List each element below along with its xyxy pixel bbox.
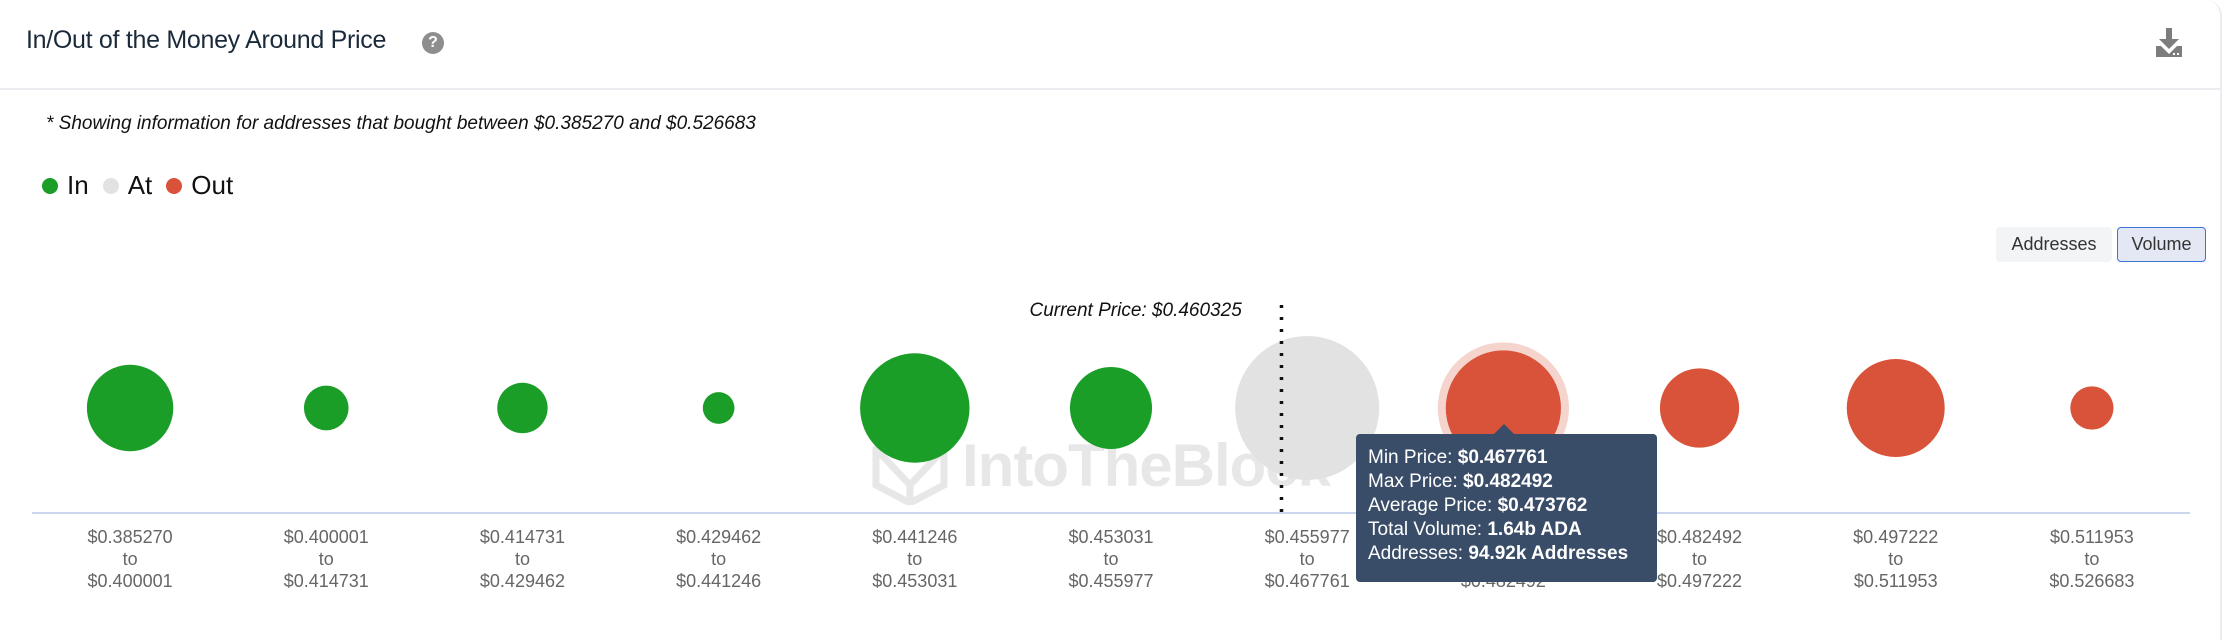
tick-to: $0.414731 bbox=[283, 571, 369, 591]
tick-from: $0.497222 bbox=[1853, 527, 1939, 547]
x-tick-label: $0.414731 to $0.429462 bbox=[432, 526, 612, 592]
bubble-in[interactable] bbox=[702, 392, 735, 424]
tick-from: $0.441246 bbox=[872, 527, 958, 547]
bubble-in[interactable] bbox=[497, 382, 548, 434]
x-tick-label: $0.511953 to $0.526683 bbox=[2002, 526, 2182, 592]
current-price-label: Current Price: $0.460325 bbox=[1029, 300, 1242, 321]
tick-connector: to bbox=[318, 549, 334, 569]
tick-from: $0.429462 bbox=[676, 527, 762, 547]
x-tick-label: $0.497222 to $0.511953 bbox=[1806, 526, 1986, 592]
bubble-tooltip: Min Price: $0.467761 Max Price: $0.48249… bbox=[1356, 424, 1657, 582]
tick-to: $0.429462 bbox=[479, 571, 565, 591]
bubble-out[interactable] bbox=[1846, 359, 1945, 457]
tick-connector: to bbox=[907, 549, 923, 569]
tick-to: $0.511953 bbox=[1853, 571, 1938, 591]
tick-connector: to bbox=[122, 549, 138, 569]
tick-to: $0.526683 bbox=[2049, 571, 2135, 591]
tick-connector: to bbox=[1888, 549, 1904, 569]
x-tick-label: $0.429462 to $0.441246 bbox=[629, 526, 809, 592]
tick-connector: to bbox=[514, 549, 530, 569]
x-tick-label: $0.400001 to $0.414731 bbox=[236, 526, 416, 592]
bubble-out[interactable] bbox=[2070, 386, 2114, 430]
bubble-in[interactable] bbox=[860, 353, 970, 463]
tick-to: $0.441246 bbox=[676, 571, 762, 591]
tick-connector: to bbox=[2084, 549, 2100, 569]
tooltip-line: Max Price: $0.482492 bbox=[1368, 471, 1553, 492]
x-tick-label: $0.385270 to $0.400001 bbox=[40, 526, 220, 592]
tick-connector: to bbox=[1103, 549, 1119, 569]
tooltip-line: Addresses: 94.92k Addresses bbox=[1368, 543, 1629, 564]
tick-connector: to bbox=[711, 549, 727, 569]
tick-to: $0.455977 bbox=[1068, 571, 1154, 591]
tick-to: $0.453031 bbox=[872, 571, 958, 591]
chart-card: In/Out of the Money Around Price ? * Sho… bbox=[0, 0, 2222, 640]
x-tick-label: $0.453031 to $0.455977 bbox=[1021, 526, 1201, 592]
tooltip-line: Average Price: $0.473762 bbox=[1368, 495, 1588, 516]
tick-from: $0.414731 bbox=[479, 527, 565, 547]
tick-to: $0.400001 bbox=[87, 571, 173, 591]
bubble-out[interactable] bbox=[1659, 368, 1740, 448]
tick-from: $0.385270 bbox=[87, 527, 173, 547]
tooltip-line: Total Volume: 1.64b ADA bbox=[1368, 519, 1582, 540]
bubble-in[interactable] bbox=[303, 385, 349, 431]
tick-from: $0.511953 bbox=[2050, 527, 2134, 547]
bubble-in[interactable] bbox=[86, 364, 174, 452]
bubble-in[interactable] bbox=[1069, 366, 1153, 450]
tick-from: $0.400001 bbox=[283, 527, 369, 547]
tick-from: $0.453031 bbox=[1068, 527, 1154, 547]
tooltip-line: Min Price: $0.467761 bbox=[1368, 447, 1548, 468]
x-tick-label: $0.441246 to $0.453031 bbox=[825, 526, 1005, 592]
